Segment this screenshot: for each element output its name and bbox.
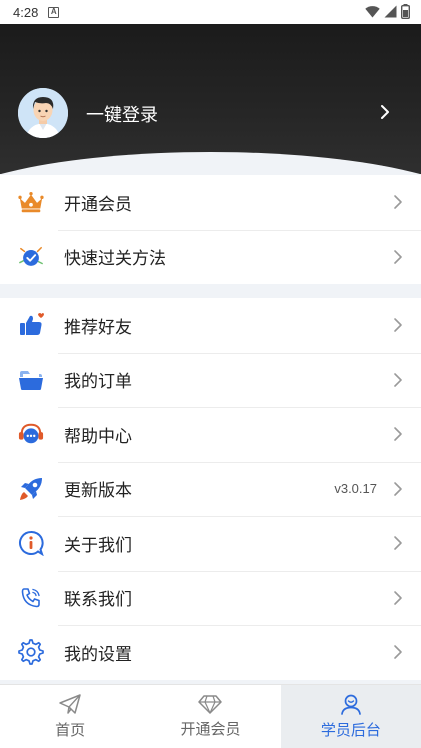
tab-membership[interactable]: 开通会员 bbox=[140, 685, 280, 748]
membership-section: 开通会员 快速过关方法 bbox=[0, 175, 421, 284]
menu-item-my-orders[interactable]: 我的订单 bbox=[0, 352, 421, 408]
rocket-icon bbox=[18, 476, 44, 502]
notification-icon: A bbox=[48, 6, 60, 18]
chevron-right-icon bbox=[394, 318, 402, 333]
general-section: 推荐好友 我的订单 帮助中心 更新版本 v3.0.17 关于我们 联系我们 我的… bbox=[0, 298, 421, 680]
headset-chat-icon bbox=[18, 421, 44, 447]
menu-item-label: 开通会员 bbox=[64, 194, 132, 215]
student-icon bbox=[340, 694, 361, 715]
tab-home[interactable]: 首页 bbox=[0, 685, 140, 748]
tab-student-backend[interactable]: 学员后台 bbox=[280, 685, 421, 748]
menu-item-label: 推荐好友 bbox=[64, 317, 132, 338]
chevron-right-icon bbox=[394, 590, 402, 605]
folder-icon bbox=[18, 367, 44, 393]
tab-label: 学员后台 bbox=[320, 721, 381, 739]
chevron-right-icon bbox=[394, 195, 402, 210]
phone-icon bbox=[18, 585, 44, 611]
menu-item-label: 更新版本 bbox=[64, 481, 132, 502]
chevron-right-icon bbox=[394, 481, 402, 496]
menu-item-label: 我的设置 bbox=[64, 644, 132, 665]
menu-item-help-center[interactable]: 帮助中心 bbox=[0, 407, 421, 462]
chevron-right-icon bbox=[394, 645, 402, 660]
chevron-right-icon bbox=[394, 427, 402, 442]
one-click-login-label[interactable]: 一键登录 bbox=[86, 101, 158, 127]
info-bubble-icon bbox=[18, 530, 44, 557]
menu-item-label: 快速过关方法 bbox=[64, 249, 166, 270]
profile-header: 一键登录 bbox=[0, 24, 421, 174]
status-bar: 4:28 A bbox=[0, 0, 421, 24]
bottom-tab-bar: 首页 开通会员 学员后台 bbox=[0, 684, 421, 748]
paper-plane-icon bbox=[59, 694, 81, 714]
chevron-right-icon bbox=[394, 249, 402, 264]
menu-item-label: 关于我们 bbox=[64, 535, 132, 556]
battery-icon bbox=[401, 4, 410, 19]
menu-item-label: 联系我们 bbox=[64, 590, 132, 611]
menu-item-update-version[interactable]: 更新版本 v3.0.17 bbox=[0, 461, 421, 517]
status-indicators bbox=[365, 4, 410, 19]
menu-item-about-us[interactable]: 关于我们 bbox=[0, 516, 421, 571]
tab-label: 开通会员 bbox=[180, 720, 241, 738]
crown-icon bbox=[18, 189, 44, 215]
menu-item-label: 我的订单 bbox=[64, 372, 132, 393]
avatar-icon bbox=[18, 88, 68, 138]
chevron-right-icon bbox=[394, 372, 402, 387]
menu-item-label: 帮助中心 bbox=[64, 426, 132, 447]
signal-icon bbox=[384, 5, 397, 18]
checkmark-badge-icon bbox=[18, 244, 44, 270]
menu-item-contact-us[interactable]: 联系我们 bbox=[0, 570, 421, 626]
avatar[interactable] bbox=[18, 88, 68, 138]
menu-item-membership[interactable]: 开通会员 bbox=[0, 175, 421, 230]
thumbs-up-icon bbox=[18, 312, 44, 338]
header-curve bbox=[0, 152, 421, 174]
gear-icon bbox=[18, 639, 44, 666]
menu-item-my-settings[interactable]: 我的设置 bbox=[0, 625, 421, 680]
diamond-icon bbox=[198, 695, 223, 714]
chevron-right-icon bbox=[394, 536, 402, 551]
chevron-right-icon[interactable] bbox=[380, 104, 390, 120]
wifi-icon bbox=[365, 6, 380, 18]
menu-item-quick-pass[interactable]: 快速过关方法 bbox=[0, 229, 421, 285]
tab-label: 首页 bbox=[55, 721, 86, 739]
version-number: v3.0.17 bbox=[334, 481, 377, 497]
status-time: 4:28 bbox=[13, 4, 39, 20]
menu-item-recommend-friends[interactable]: 推荐好友 bbox=[0, 298, 421, 353]
